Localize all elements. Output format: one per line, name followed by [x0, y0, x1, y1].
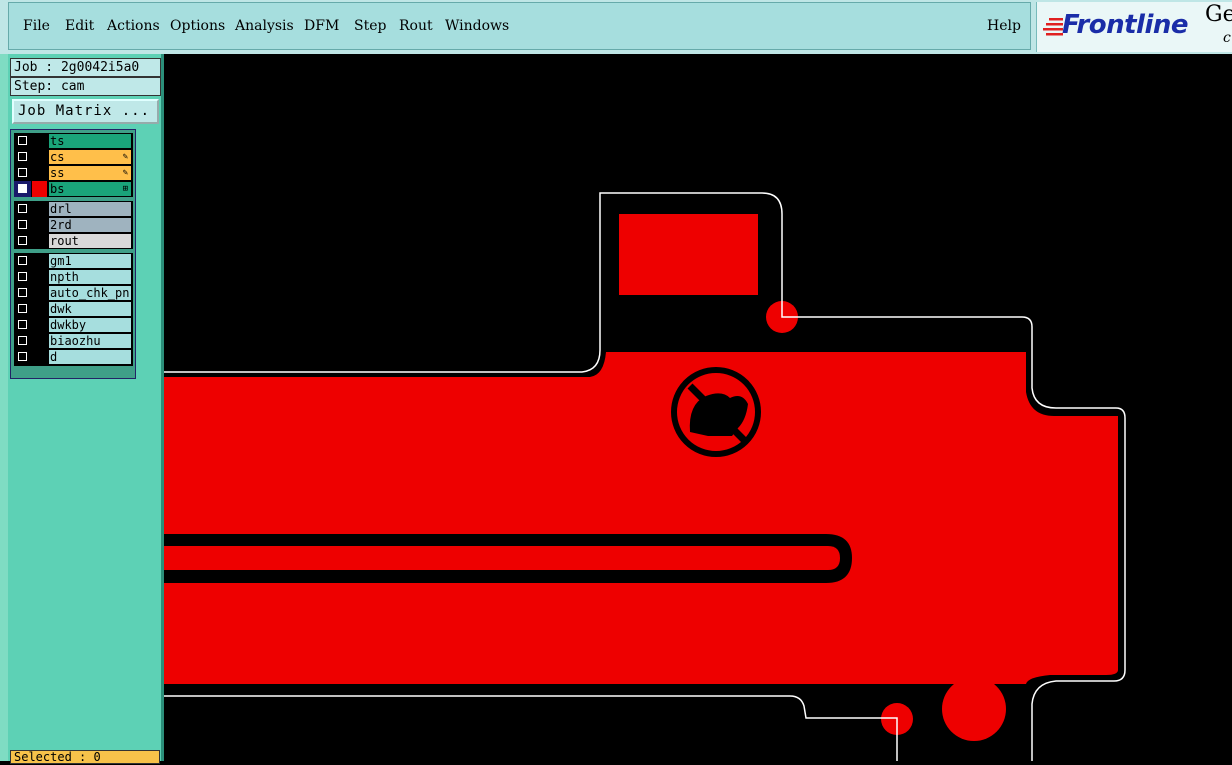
board-outline-bottom [164, 695, 898, 761]
layer-checkbox[interactable] [14, 201, 31, 217]
menu-edit[interactable]: Edit [65, 18, 94, 34]
slot-inner [164, 546, 840, 570]
layer-name[interactable]: npth [49, 270, 131, 284]
menu-bar-strip [8, 2, 1031, 50]
layer-affected-icon: ⊞ [122, 184, 128, 194]
layer-name[interactable]: gm1 [49, 254, 131, 268]
job-name-field: Job : 2g0042i5a0 [10, 58, 161, 77]
layer-display-color[interactable] [32, 333, 47, 349]
layer-name[interactable]: rout [49, 234, 131, 248]
layer-name[interactable]: drl [49, 202, 131, 216]
job-matrix-button[interactable]: Job Matrix ... [12, 99, 159, 124]
layer-row-dwkby[interactable]: dwkby [14, 317, 133, 333]
menu-options[interactable]: Options [170, 18, 225, 34]
layer-row-dwk[interactable]: dwk [14, 301, 133, 317]
layer-row-gm1[interactable]: gm1 [14, 253, 133, 269]
layer-display-color[interactable] [32, 301, 47, 317]
menu-help[interactable]: Help [987, 18, 1021, 34]
layer-checkbox[interactable] [14, 333, 31, 349]
layer-display-color[interactable] [32, 269, 47, 285]
selected-count: Selected : 0 [10, 750, 160, 764]
layer-display-color[interactable] [32, 149, 47, 165]
layer-row-drl[interactable]: drl [14, 201, 133, 217]
layer-checkbox[interactable] [14, 317, 31, 333]
layer-display-color[interactable] [32, 181, 47, 197]
layer-display-color[interactable] [32, 317, 47, 333]
frontline-logo: Frontline Ge c [1036, 2, 1232, 52]
layer-panel: Job : 2g0042i5a0 Step: cam Job Matrix ..… [0, 54, 164, 764]
layer-row-2rd[interactable]: 2rd [14, 217, 133, 233]
layer-display-color[interactable] [32, 165, 47, 181]
logo-subtext: c [1223, 30, 1231, 46]
logo-product-name: Ge [1205, 2, 1232, 27]
layer-checkbox[interactable] [14, 149, 31, 165]
layer-checkbox[interactable] [14, 269, 31, 285]
layer-row-rout[interactable]: rout [14, 233, 133, 249]
layer-list: ts cs ✎ ss ✎ bs ⊞ drl 2rd rout gm1 npth auto_chk_p… [10, 129, 136, 379]
layer-checkbox[interactable] [14, 217, 31, 233]
layer-row-d[interactable]: d [14, 349, 133, 365]
pcb-view[interactable] [164, 54, 1232, 761]
layer-group-misc: gm1 npth auto_chk_pndwk dwkby biaozhu d [14, 253, 133, 366]
layer-row-npth[interactable]: npth [14, 269, 133, 285]
layer-name[interactable]: auto_chk_pn [49, 286, 131, 300]
menu-actions[interactable]: Actions [107, 18, 160, 34]
layer-display-color[interactable] [32, 201, 47, 217]
layer-checkbox[interactable] [14, 181, 31, 197]
layer-checkbox[interactable] [14, 349, 31, 365]
layer-checkbox[interactable] [14, 253, 31, 269]
layer-name[interactable]: biaozhu [49, 334, 131, 348]
layer-checkbox[interactable] [14, 301, 31, 317]
copper-region [164, 352, 1118, 684]
logo-wordmark: Frontline [1062, 10, 1189, 40]
menu-windows[interactable]: Windows [445, 18, 509, 34]
layer-display-color[interactable] [32, 253, 47, 269]
layer-display-color[interactable] [32, 349, 47, 365]
layer-name[interactable]: dwkby [49, 318, 131, 332]
layer-edit-icon: ✎ [122, 152, 128, 162]
layer-row-bs[interactable]: bs ⊞ [14, 181, 133, 197]
rect-pad [619, 214, 758, 295]
layer-name[interactable]: dwk [49, 302, 131, 316]
layer-row-ts[interactable]: ts [14, 133, 133, 149]
layer-row-biaozhu[interactable]: biaozhu [14, 333, 133, 349]
layer-checkbox[interactable] [14, 165, 31, 181]
layer-group-signal: ts cs ✎ ss ✎ bs ⊞ [14, 133, 133, 197]
layer-row-cs[interactable]: cs ✎ [14, 149, 133, 165]
menu-bar: File Edit Actions Options Analysis DFM S… [0, 0, 1232, 54]
layer-edit-icon: ✎ [122, 168, 128, 178]
layer-name[interactable]: 2rd [49, 218, 131, 232]
layer-row-auto_chk_pn[interactable]: auto_chk_pn [14, 285, 133, 301]
layer-group-drill: drl 2rd rout [14, 201, 133, 249]
graphics-canvas[interactable] [164, 54, 1232, 761]
layer-display-color[interactable] [32, 285, 47, 301]
menu-analysis[interactable]: Analysis [235, 18, 294, 34]
no-symbol-icon [671, 367, 761, 457]
menu-rout[interactable]: Rout [399, 18, 433, 34]
step-name-field: Step: cam [10, 77, 161, 96]
layer-display-color[interactable] [32, 233, 47, 249]
layer-checkbox[interactable] [14, 233, 31, 249]
layer-name[interactable]: d [49, 350, 131, 364]
layer-display-color[interactable] [32, 133, 47, 149]
layer-row-ss[interactable]: ss ✎ [14, 165, 133, 181]
menu-file[interactable]: File [23, 18, 50, 34]
layer-name[interactable]: ss ✎ [49, 166, 131, 180]
layer-display-color[interactable] [32, 217, 47, 233]
layer-name[interactable]: ts [49, 134, 131, 148]
panel-left-edge [0, 54, 8, 761]
layer-name[interactable]: cs ✎ [49, 150, 131, 164]
layer-checkbox[interactable] [14, 133, 31, 149]
circle-pad-bottom-large [942, 677, 1006, 741]
layer-name[interactable]: bs ⊞ [49, 182, 131, 196]
menu-dfm[interactable]: DFM [304, 18, 339, 34]
layer-checkbox[interactable] [14, 285, 31, 301]
menu-step[interactable]: Step [354, 18, 386, 34]
